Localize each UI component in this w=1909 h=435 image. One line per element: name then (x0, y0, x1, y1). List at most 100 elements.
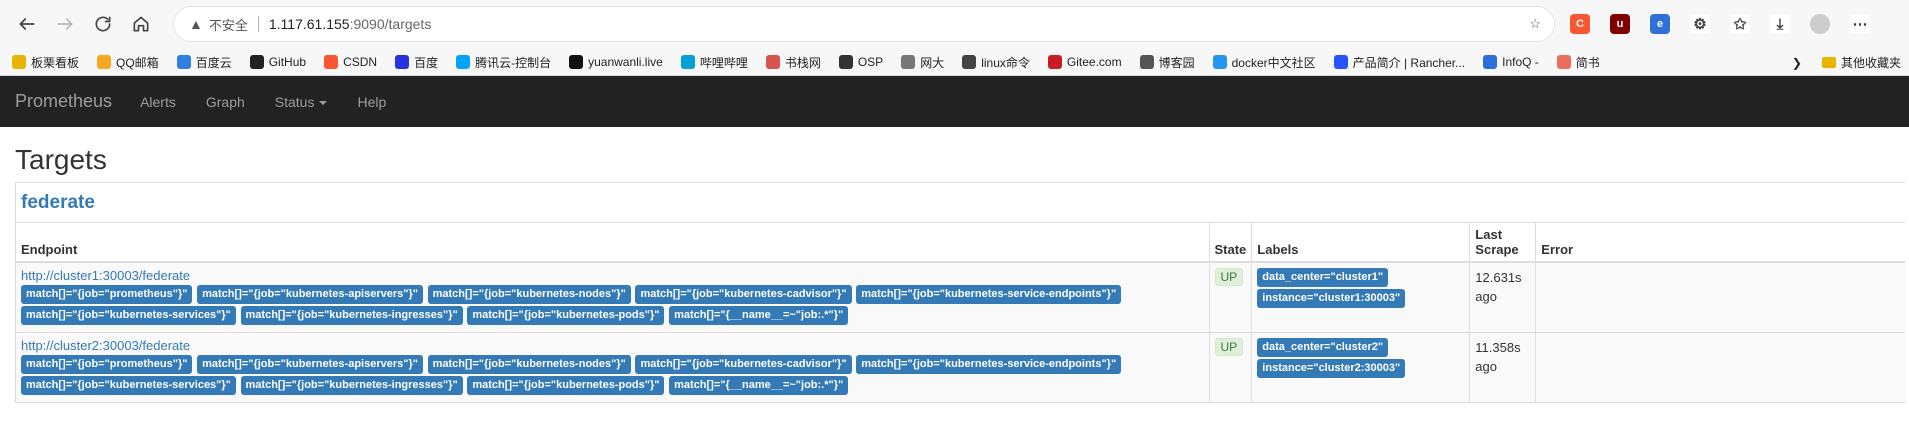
last-scrape-value: 12.631s (1475, 270, 1522, 285)
reload-button[interactable] (84, 5, 122, 43)
nav-graph[interactable]: Graph (206, 94, 245, 110)
endpoint-link[interactable]: http://cluster2:30003/federate (21, 338, 1204, 353)
nav-status-label: Status (274, 93, 315, 110)
bookmark-item[interactable]: GitHub (249, 55, 306, 69)
caret-down-icon (319, 100, 328, 105)
url-host: 1.117.61.155 (268, 16, 350, 32)
bookmark-item[interactable]: 产品简介 | Rancher... (1333, 54, 1466, 71)
downloads-button[interactable]: ⤓ (1762, 6, 1798, 42)
page-title: Targets (15, 144, 107, 175)
param-line-1: match[]="{job="prometheus"}" match[]="{j… (21, 355, 1204, 376)
page-icon (901, 55, 916, 69)
nav-help[interactable]: Help (357, 94, 386, 110)
error-cell (1535, 261, 1905, 333)
endpoint-cell: http://cluster1:30003/federate match[]="{… (16, 261, 1209, 333)
cnblogs-icon (1139, 55, 1154, 69)
address-bar[interactable]: ▲ 不安全 1.117.61.155:9090/targets ☆ (174, 7, 1554, 41)
bookmarks-bar: 板栗看板 QQ邮箱 百度云 GitHub CSDN 百度 腾讯云-控制台 yuanwanli.… (0, 48, 1909, 76)
brand-link[interactable]: Prometheus (15, 91, 112, 112)
favorites-icon: ✩ (1730, 14, 1750, 34)
bookmark-item[interactable]: QQ邮箱 (97, 54, 159, 71)
bookmark-item[interactable]: 百度 (395, 54, 438, 71)
bookmark-item[interactable]: 简书 (1556, 54, 1600, 71)
bookmark-label: QQ邮箱 (116, 55, 159, 70)
state-cell: UP (1208, 332, 1252, 402)
notion-icon (569, 55, 584, 69)
state-cell: UP (1208, 261, 1252, 333)
chevron-right-icon[interactable]: ❯ (1792, 56, 1802, 70)
bookmark-item[interactable]: docker中文社区 (1212, 54, 1316, 71)
col-labels: Labels (1251, 223, 1470, 263)
forward-button[interactable] (46, 5, 84, 43)
favorites-button[interactable]: ✩ (1722, 6, 1758, 42)
url-path: :9090/targets (349, 16, 432, 32)
param-label: match[]="{job="kubernetes-ingresses"}" (240, 306, 463, 325)
labels-cell: data_center="cluster2" instance="cluster2… (1251, 332, 1470, 402)
job-header: federate (16, 183, 1905, 223)
github-icon (249, 55, 264, 69)
bookmark-item[interactable]: CSDN (324, 55, 377, 69)
bookmark-item[interactable]: InfoQ - (1483, 55, 1539, 69)
bookmark-item[interactable]: 博客园 (1139, 54, 1195, 71)
param-label: match[]="{job="prometheus"}" (21, 285, 193, 304)
bookmark-label: 百度云 (195, 55, 232, 70)
bookmark-item[interactable]: 哔哩哔哩 (680, 54, 748, 71)
param-label: match[]="{job="kubernetes-cadvisor"}" (635, 355, 852, 374)
job-name-link[interactable]: federate (21, 192, 95, 214)
param-label: match[]="{job="kubernetes-service-endpoi… (856, 355, 1122, 374)
bookmark-item[interactable]: 百度云 (176, 54, 232, 71)
profile-button[interactable] (1802, 6, 1838, 42)
nav-status-dropdown[interactable]: Status (275, 94, 328, 110)
chestnut-icon (12, 55, 26, 69)
bookmark-label: 网大 (920, 55, 945, 70)
back-button[interactable] (8, 5, 46, 43)
browser-chrome: ▲ 不安全 1.117.61.155:9090/targets ☆ C u e … (0, 0, 1909, 76)
bookmark-item[interactable]: Gitee.com (1047, 55, 1122, 69)
osp-icon (838, 55, 853, 69)
baidu-cloud-icon (176, 55, 191, 69)
bookmark-item[interactable]: linux命令 (962, 54, 1030, 71)
book-icon (765, 55, 780, 69)
avatar (1810, 14, 1830, 34)
table-row: http://cluster1:30003/federate match[]="{… (16, 261, 1905, 333)
bookmark-label: linux命令 (981, 55, 1030, 70)
table-row: http://cluster2:30003/federate match[]="{… (16, 332, 1905, 402)
last-scrape-ago: ago (1475, 359, 1497, 374)
bookmark-item[interactable]: OSP (838, 55, 883, 69)
extension-button[interactable]: e (1642, 6, 1678, 42)
last-scrape-value: 11.358s (1475, 340, 1521, 355)
job-panel: federate Endpoint State Labels Last Scrap… (15, 182, 1905, 403)
docker-icon (1212, 55, 1227, 69)
bookmarks-right: ❯ 其他收藏夹 (1792, 54, 1901, 71)
bookmark-item[interactable]: 书栈网 (765, 54, 821, 71)
endpoint-link[interactable]: http://cluster1:30003/federate (21, 268, 1204, 283)
ublock-icon: u (1610, 14, 1630, 34)
state-badge: UP (1214, 338, 1244, 356)
bookmark-label: docker中文社区 (1231, 55, 1316, 70)
bookmark-label: 简书 (1575, 55, 1600, 70)
bookmark-label: 博客园 (1158, 55, 1195, 70)
bookmark-item[interactable]: 板栗看板 (12, 54, 79, 71)
bookmark-label: 哔哩哔哩 (699, 55, 748, 70)
address-row: ▲ 不安全 1.117.61.155:9090/targets ☆ C u e … (0, 0, 1909, 48)
nav-alerts[interactable]: Alerts (140, 94, 176, 110)
target-label: instance="cluster2:30003" (1257, 359, 1406, 378)
menu-button[interactable]: ⋯ (1842, 6, 1878, 42)
csdn-extension-button[interactable]: C (1562, 6, 1598, 42)
param-label: match[]="{job="kubernetes-apiservers"}" (197, 285, 423, 304)
insecure-label: 不安全 (208, 17, 248, 33)
home-button[interactable] (122, 5, 160, 43)
bookmark-item[interactable]: 网大 (901, 54, 944, 71)
other-bookmarks-folder[interactable]: 其他收藏夹 (1841, 54, 1901, 71)
bookmark-item[interactable]: 腾讯云-控制台 (456, 54, 551, 71)
extensions-menu-button[interactable]: ⚙ (1682, 6, 1718, 42)
bookmark-item[interactable]: yuanwanli.live (569, 55, 663, 69)
warning-icon: ▲ (189, 16, 203, 32)
param-label: match[]="{job="kubernetes-nodes"}" (427, 355, 631, 374)
param-label: match[]="{job="prometheus"}" (21, 355, 193, 374)
favorite-star-icon[interactable]: ☆ (1529, 16, 1541, 32)
ublock-extension-button[interactable]: u (1602, 6, 1638, 42)
table-header-row: Endpoint State Labels Last Scrape Error (16, 223, 1905, 263)
col-last-scrape-line2: Scrape (1475, 242, 1519, 257)
bookmark-label: 产品简介 | Rancher... (1352, 55, 1466, 70)
